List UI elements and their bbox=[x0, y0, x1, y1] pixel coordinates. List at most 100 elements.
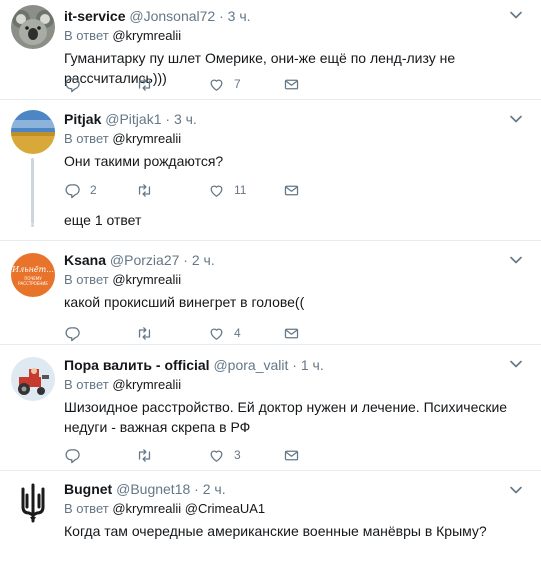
timestamp[interactable]: 2 ч. bbox=[203, 481, 226, 497]
user-handle[interactable]: @pora_valit bbox=[213, 357, 288, 373]
avatar[interactable] bbox=[11, 110, 55, 154]
separator-dot: · bbox=[194, 481, 199, 497]
reply-prefix: В ответ bbox=[64, 377, 109, 392]
chevron-down-icon[interactable] bbox=[509, 483, 523, 497]
avatar[interactable] bbox=[11, 481, 55, 525]
chevron-down-icon[interactable] bbox=[509, 112, 523, 126]
replies-feed: it-service @Jonsonal72 · 3 ч. В ответ @k… bbox=[0, 0, 541, 575]
separator-dot: · bbox=[165, 111, 171, 127]
reply-button[interactable] bbox=[64, 445, 90, 465]
reply-mention[interactable]: @krymrealii bbox=[112, 272, 181, 287]
chevron-down-icon[interactable] bbox=[509, 8, 523, 22]
avatar[interactable] bbox=[11, 357, 55, 401]
tweet[interactable]: it-service @Jonsonal72 · 3 ч. В ответ @k… bbox=[0, 0, 541, 100]
like-count: 3 bbox=[234, 448, 241, 462]
user-handle[interactable]: @Porzia27 bbox=[110, 252, 179, 268]
tweet-text: какой прокисший винегрет в голове(( bbox=[64, 294, 305, 310]
direct-message-button[interactable] bbox=[283, 323, 300, 343]
reply-context: В ответ @krymrealii bbox=[64, 131, 531, 147]
reply-mention[interactable]: @krymrealii @CrimeaUA1 bbox=[112, 501, 265, 516]
reply-button[interactable] bbox=[64, 323, 90, 343]
retweet-icon bbox=[138, 77, 151, 91]
user-handle[interactable]: @Jonsonal72 bbox=[129, 8, 215, 24]
tweet-header: Ksana @Porzia27 · 2 ч. bbox=[64, 251, 531, 269]
reply-icon bbox=[65, 326, 80, 341]
avatar[interactable]: Ильнёт... ПОЧЕМУ РАССТРОЕНИЕ bbox=[11, 253, 55, 297]
user-name[interactable]: Ksana bbox=[64, 252, 106, 268]
reply-context: В ответ @krymrealii bbox=[64, 272, 531, 288]
like-button[interactable]: 7 bbox=[208, 74, 241, 94]
tweet-actions: 3 bbox=[64, 445, 324, 465]
reply-count: 2 bbox=[90, 183, 97, 197]
retweet-button[interactable] bbox=[136, 323, 162, 343]
tweet[interactable]: Pitjak @Pitjak1 · 3 ч. В ответ @krymreal… bbox=[0, 100, 541, 241]
separator-dot: · bbox=[219, 8, 224, 24]
direct-message-button[interactable] bbox=[283, 445, 300, 465]
svg-text:Ильнёт...: Ильнёт... bbox=[11, 265, 54, 274]
like-button[interactable]: 11 bbox=[208, 180, 246, 200]
tweet-actions: 4 bbox=[64, 323, 324, 343]
like-button[interactable]: 3 bbox=[208, 445, 241, 465]
reply-button[interactable] bbox=[64, 74, 90, 94]
user-handle[interactable]: @Pitjak1 bbox=[105, 111, 161, 127]
retweet-button[interactable] bbox=[136, 180, 162, 200]
tweet[interactable]: Bugnet @Bugnet18 · 2 ч. В ответ @krymrea… bbox=[0, 471, 541, 575]
envelope-icon bbox=[284, 185, 299, 195]
user-name[interactable]: it-service bbox=[64, 8, 125, 24]
like-count: 11 bbox=[234, 183, 247, 197]
tweet-header: Pitjak @Pitjak1 · 3 ч. bbox=[64, 110, 531, 128]
retweet-icon bbox=[138, 183, 151, 197]
chevron-down-icon[interactable] bbox=[509, 357, 523, 371]
reply-icon bbox=[65, 77, 80, 92]
envelope-icon bbox=[284, 450, 299, 460]
tweet[interactable]: Пора валить - official @pora_valit · 1 ч… bbox=[0, 345, 541, 471]
tweet-text: Они такими рождаются? bbox=[64, 153, 224, 169]
svg-text:РАССТРОЕНИЕ: РАССТРОЕНИЕ bbox=[18, 281, 48, 286]
user-handle[interactable]: @Bugnet18 bbox=[116, 481, 190, 497]
reply-prefix: В ответ bbox=[64, 272, 109, 287]
retweet-button[interactable] bbox=[136, 74, 162, 94]
tweet-header: it-service @Jonsonal72 · 3 ч. bbox=[64, 7, 531, 25]
reply-context: В ответ @krymrealii @CrimeaUA1 bbox=[64, 501, 531, 517]
heart-icon bbox=[210, 79, 223, 91]
thread-more-dots bbox=[30, 212, 35, 229]
timestamp[interactable]: 3 ч. bbox=[174, 111, 197, 127]
trident-avatar-image bbox=[11, 481, 55, 525]
separator-dot: · bbox=[292, 357, 297, 373]
direct-message-button[interactable] bbox=[283, 180, 300, 200]
reply-button[interactable]: 2 bbox=[64, 180, 97, 200]
retweet-button[interactable] bbox=[136, 445, 162, 465]
like-count: 4 bbox=[234, 326, 241, 340]
avatar[interactable] bbox=[11, 5, 55, 49]
tweet-header: Пора валить - official @pora_valit · 1 ч… bbox=[64, 356, 531, 374]
timestamp[interactable]: 1 ч. bbox=[301, 357, 324, 373]
tweet-text: Когда там очередные американские военные… bbox=[64, 523, 487, 539]
direct-message-button[interactable] bbox=[283, 74, 300, 94]
reply-icon bbox=[65, 448, 80, 463]
reply-mention[interactable]: @krymrealii bbox=[112, 131, 181, 146]
timestamp[interactable]: 2 ч. bbox=[192, 252, 215, 268]
reply-mention[interactable]: @krymrealii bbox=[112, 377, 181, 392]
reply-mention[interactable]: @krymrealii bbox=[112, 28, 181, 43]
reply-context: В ответ @krymrealii bbox=[64, 377, 531, 393]
user-name[interactable]: Bugnet bbox=[64, 481, 112, 497]
user-name[interactable]: Пора валить - official bbox=[64, 357, 210, 373]
tweet-text: Шизоидное расстройство. Ей доктор нужен … bbox=[64, 399, 508, 435]
tweet[interactable]: Ильнёт... ПОЧЕМУ РАССТРОЕНИЕ Ksana @Porz… bbox=[0, 241, 541, 345]
chevron-down-icon[interactable] bbox=[509, 253, 523, 267]
tweet-actions: 7 bbox=[64, 74, 324, 94]
reply-icon bbox=[65, 183, 80, 198]
heart-icon bbox=[210, 185, 223, 197]
koala-avatar-image bbox=[11, 5, 55, 49]
envelope-icon bbox=[284, 79, 299, 89]
like-count: 7 bbox=[234, 77, 241, 91]
timestamp[interactable]: 3 ч. bbox=[228, 8, 251, 24]
user-name[interactable]: Pitjak bbox=[64, 111, 101, 127]
tweet-actions: 2 11 bbox=[64, 180, 324, 200]
orange-text-avatar-image: Ильнёт... ПОЧЕМУ РАССТРОЕНИЕ bbox=[11, 253, 55, 297]
show-more-replies-link[interactable]: еще 1 ответ bbox=[64, 212, 141, 228]
separator-dot: · bbox=[183, 252, 188, 268]
envelope-icon bbox=[284, 328, 299, 338]
cartoon-tractor-avatar-image bbox=[11, 357, 55, 401]
like-button[interactable]: 4 bbox=[208, 323, 241, 343]
